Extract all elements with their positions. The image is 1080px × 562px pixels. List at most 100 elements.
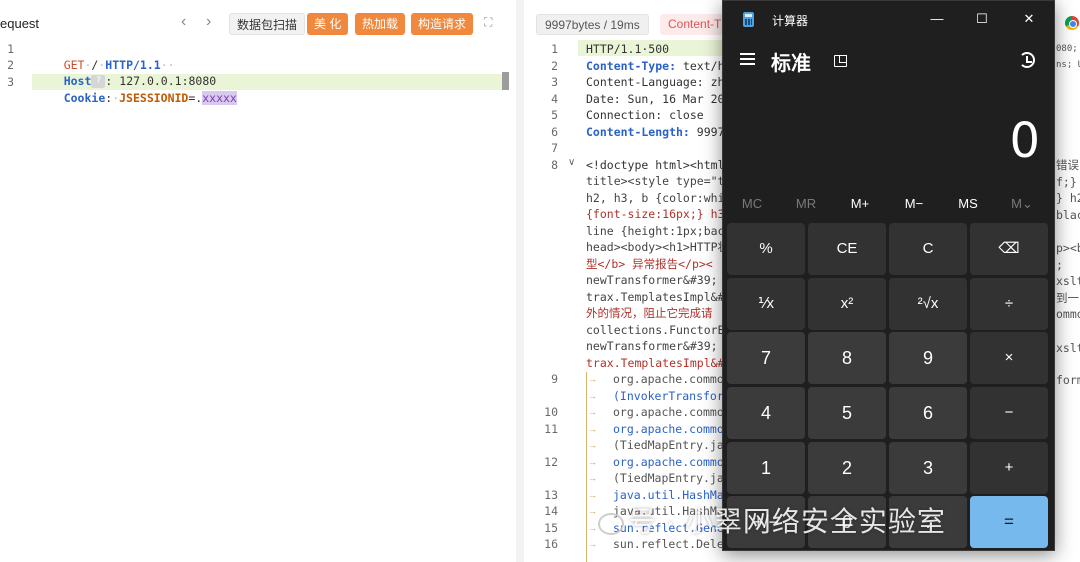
request-line[interactable]: GET·/·HTTP/1.1·· [36, 41, 175, 72]
calculator-mode-title: 标准 [771, 53, 811, 75]
backspace-key[interactable]: ⌫ [970, 223, 1048, 275]
response-line[interactable]: (InvokerTransfor [613, 388, 724, 404]
response-line[interactable]: org.apache.commo [613, 454, 724, 470]
response-line[interactable]: org.apache.commo [613, 371, 724, 387]
response-line[interactable]: (TiedMapEntry.ja [613, 437, 724, 453]
line-number: 1 [551, 42, 558, 56]
digit-2-key[interactable]: 2 [808, 442, 886, 494]
percent-key[interactable]: % [727, 223, 805, 275]
memory-recall-button[interactable]: MR [779, 191, 833, 217]
calculator-titlebar[interactable]: 计算器 — ☐ ✕ [723, 1, 1054, 37]
clear-key[interactable]: C [889, 223, 967, 275]
nav-forward-icon[interactable]: › [206, 13, 211, 31]
response-line[interactable]: org.apache.commo [613, 421, 724, 437]
maximize-button[interactable]: ☐ [972, 9, 992, 29]
response-line[interactable]: h2, h3, b {color:whi [586, 190, 724, 206]
response-line[interactable]: Connection: close [586, 107, 704, 123]
response-line[interactable]: {font-size:16px;} h3 [586, 206, 724, 222]
digit-8-key[interactable]: 8 [808, 332, 886, 384]
response-line[interactable]: Content-Type: text/h [586, 58, 725, 74]
response-line[interactable]: collections.FunctorE [586, 322, 724, 338]
code-text: newTransformer&#39; [586, 273, 725, 287]
code-text: line {height:1px;bac [586, 224, 725, 238]
line-number: 11 [544, 422, 558, 436]
indent-arrow-icon: → [588, 506, 597, 516]
overflow-text: xslte [1056, 341, 1080, 355]
cookie-header-line[interactable]: Cookie:·JSESSIONID=.xxxxx [36, 74, 237, 105]
reciprocal-key[interactable]: ⅟x [727, 278, 805, 330]
panel-divider[interactable] [516, 0, 524, 562]
digit-9-key[interactable]: 9 [889, 332, 967, 384]
response-line[interactable]: Content-Language: zh [586, 74, 724, 90]
beautify-button[interactable]: 美 化 [307, 13, 349, 35]
browser-icon[interactable] [1065, 16, 1079, 30]
code-text: Date: Sun, 16 Mar 20 [586, 92, 725, 106]
overflow-text: form [1056, 373, 1080, 387]
memory-clear-button[interactable]: MC [725, 191, 779, 217]
line-number: 7 [551, 141, 558, 155]
response-line[interactable]: title><style type="t [586, 173, 724, 189]
response-line[interactable]: 外的情况，阻止它完成请 [586, 305, 713, 321]
content-type-tab[interactable]: Content-T [660, 14, 730, 35]
multiply-key[interactable]: × [970, 332, 1048, 384]
minimize-button[interactable]: — [927, 9, 947, 29]
cookie-value: xxxxx [202, 91, 237, 105]
hot-reload-button[interactable]: 热加载 [355, 13, 406, 35]
digit-7-key[interactable]: 7 [727, 332, 805, 384]
square-key[interactable]: x² [808, 278, 886, 330]
digit-1-key[interactable]: 1 [727, 442, 805, 494]
clear-entry-key[interactable]: CE [808, 223, 886, 275]
response-line[interactable]: head><body><h1>HTTP状 [586, 239, 729, 255]
divide-key[interactable]: ÷ [970, 278, 1048, 330]
code-text: trax.TemplatesImpl&# [586, 290, 725, 304]
hamburger-menu-icon[interactable] [740, 53, 755, 65]
expand-icon[interactable]: ⛶ [484, 15, 498, 29]
memory-subtract-button[interactable]: M− [887, 191, 941, 217]
response-line[interactable]: trax.TemplatesImpl&# [586, 355, 724, 371]
size-time-badge: 9997bytes / 19ms [536, 14, 649, 35]
response-line[interactable]: newTransformer&#39; [586, 338, 724, 354]
indent-arrow-icon: → [588, 374, 597, 384]
scan-button[interactable]: 数据包扫描 [229, 13, 306, 35]
response-line[interactable]: trax.TemplatesImpl&# [586, 289, 724, 305]
line-number: 15 [544, 521, 558, 535]
watermark: 号 · 小翠网络安全实验室 [598, 500, 946, 540]
response-line[interactable]: newTransformer&#39; [586, 272, 724, 288]
close-button[interactable]: ✕ [1019, 9, 1039, 29]
add-key[interactable]: + [970, 442, 1048, 494]
keep-on-top-icon[interactable] [834, 55, 847, 67]
memory-list-button[interactable]: M⌄ [995, 191, 1049, 217]
indent-arrow-icon: → [588, 391, 597, 401]
response-line[interactable]: org.apache.commo [613, 404, 724, 420]
build-request-button[interactable]: 构造请求 [411, 13, 474, 35]
overflow-text: 080; Ht [1056, 44, 1078, 54]
response-line[interactable]: HTTP/1.1·500 [586, 41, 669, 57]
response-line[interactable]: (TiedMapEntry.ja [613, 470, 724, 486]
memory-add-button[interactable]: M+ [833, 191, 887, 217]
calculator-window: 计算器 — ☐ ✕ 标准 0 MC MR M+ M− MS M⌄ % CE C ⌫ ⅟x… [722, 0, 1055, 551]
host-header-line[interactable]: Host?: 127.0.0.1:8080 [36, 57, 216, 88]
equals-key[interactable]: = [970, 496, 1048, 548]
response-line[interactable]: Date: Sun, 16 Mar 20 [586, 91, 724, 107]
digit-3-key[interactable]: 3 [889, 442, 967, 494]
watermark-text: 号 · 小翠网络安全实验室 [628, 506, 946, 537]
response-line[interactable]: line {height:1px;bac [586, 223, 724, 239]
header-key: Content-Length: [586, 125, 690, 139]
digit-5-key[interactable]: 5 [808, 387, 886, 439]
code-text: head><body><h1>HTTP状 [586, 240, 730, 254]
line-number: 10 [544, 405, 558, 419]
history-icon[interactable] [1019, 52, 1035, 68]
digit-4-key[interactable]: 4 [727, 387, 805, 439]
digit-6-key[interactable]: 6 [889, 387, 967, 439]
memory-store-button[interactable]: MS [941, 191, 995, 217]
overflow-text: } h2 [1056, 191, 1080, 205]
response-line[interactable]: <!doctype html><html [586, 157, 724, 173]
nav-back-icon[interactable]: ‹ [181, 13, 186, 31]
response-line[interactable]: 型</b> 异常报告</p>< [586, 256, 713, 272]
fold-chevron-icon[interactable]: ∨ [568, 157, 575, 168]
subtract-key[interactable]: − [970, 387, 1048, 439]
response-line[interactable]: Content-Length: 9997 [586, 124, 725, 140]
square-root-key[interactable]: ²√x [889, 278, 967, 330]
scrollbar[interactable] [502, 72, 509, 90]
indent-arrow-icon: → [588, 440, 597, 450]
